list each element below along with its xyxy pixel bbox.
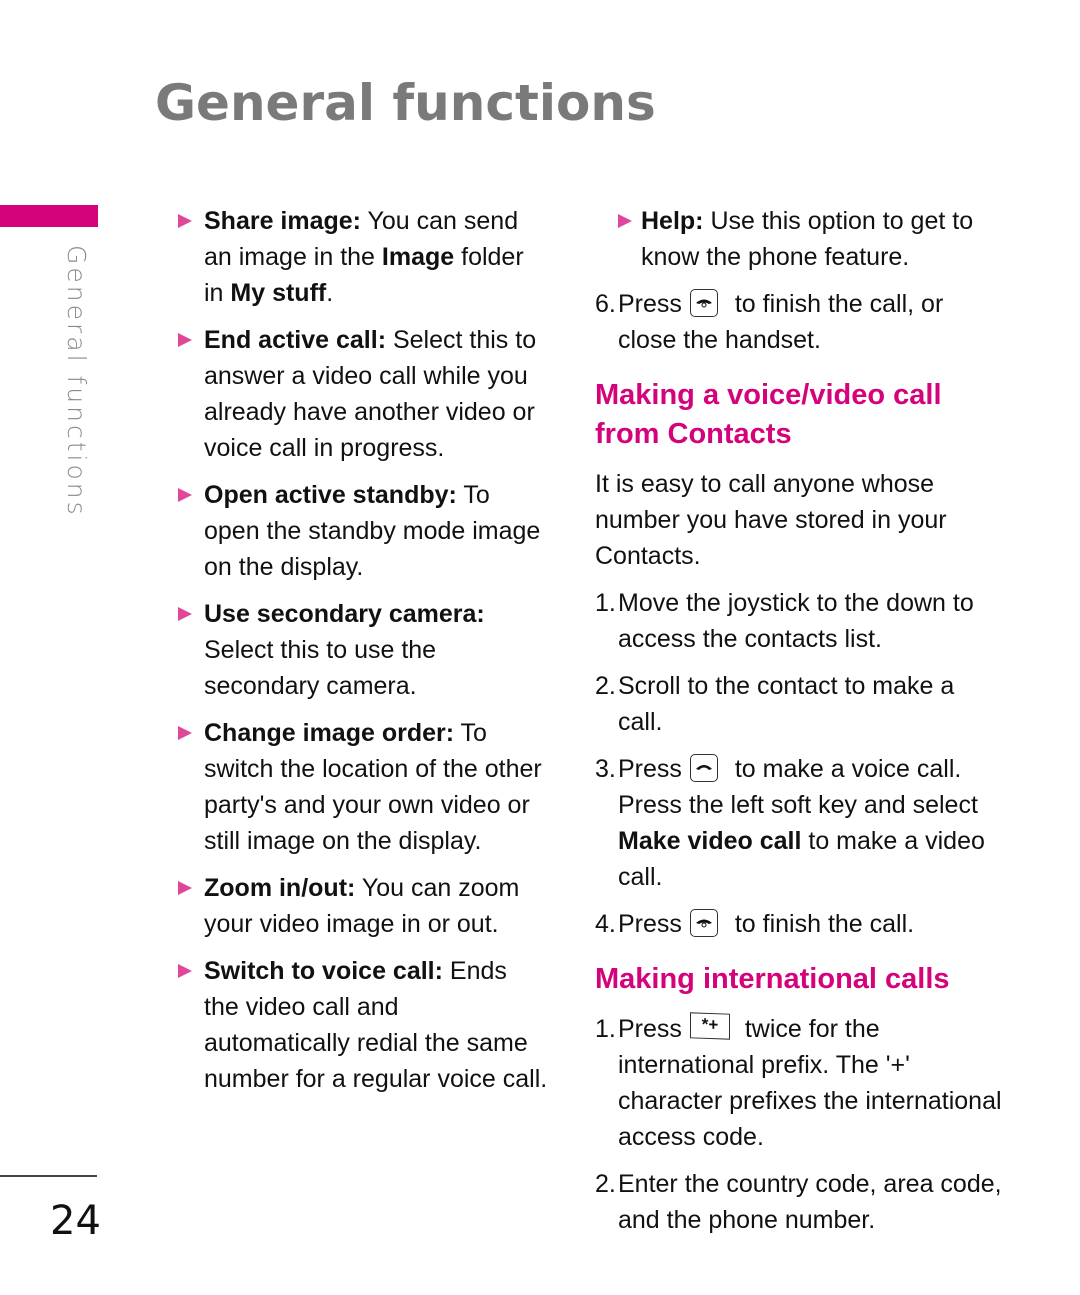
page-title: General functions: [155, 74, 656, 132]
international-step-1: 1. Press *+ twice for the international p…: [595, 1011, 1005, 1155]
bullet-arrow-icon: [178, 214, 192, 228]
section-accent-bar: [0, 205, 98, 227]
contacts-step-1: 1. Move the joystick to the down to acce…: [595, 589, 974, 653]
contacts-step-2: 2. Scroll to the contact to make a call.: [595, 672, 955, 736]
bullet-arrow-icon: [178, 964, 192, 978]
bullet-help: Help: Use this option to get to know the…: [618, 203, 1005, 275]
bullet-share-image: Share image: You can send an image in th…: [178, 203, 548, 311]
section-heading-contacts: Making a voice/video call from Contacts: [595, 379, 942, 450]
bullet-open-active-standby: Open active standby: To open the standby…: [178, 477, 548, 585]
bullet-arrow-icon: [178, 333, 192, 347]
section-side-label: General functions: [62, 245, 91, 518]
contacts-step-4: 4. Press to finish the call.: [595, 909, 915, 938]
bullet-arrow-icon: [618, 214, 632, 228]
section-heading-international: Making international calls: [595, 963, 950, 995]
bullet-end-active-call: End active call: Select this to answer a…: [178, 322, 548, 466]
left-column: Share image: You can send an image in th…: [178, 203, 548, 1108]
bullet-change-image-order: Change image order: To switch the locati…: [178, 715, 548, 859]
bullet-arrow-icon: [178, 726, 192, 740]
bullet-arrow-icon: [178, 881, 192, 895]
send-call-key-icon: [689, 754, 718, 783]
right-column: Help: Use this option to get to know the…: [595, 203, 1005, 1249]
end-call-key-icon: [689, 909, 718, 938]
contacts-step-3: 3. Press to make a voice call. Press the…: [595, 754, 985, 891]
step-6: 6. Press to finish the call, or close th…: [595, 289, 944, 354]
bullet-switch-to-voice-call: Switch to voice call: Ends the video cal…: [178, 953, 548, 1097]
star-plus-key-icon: *+: [689, 1012, 730, 1041]
contacts-intro: It is easy to call anyone whose number y…: [595, 470, 947, 570]
bullet-use-secondary-camera: Use secondary camera: Select this to use…: [178, 596, 548, 704]
end-call-key-icon: [689, 289, 718, 318]
bullet-arrow-icon: [178, 488, 192, 502]
footer-divider: [0, 1175, 97, 1177]
international-step-2: 2. Enter the country code, area code, an…: [595, 1170, 1002, 1234]
page-number: 24: [50, 1198, 101, 1244]
bullet-arrow-icon: [178, 607, 192, 621]
bullet-zoom-in-out: Zoom in/out: You can zoom your video ima…: [178, 870, 548, 942]
